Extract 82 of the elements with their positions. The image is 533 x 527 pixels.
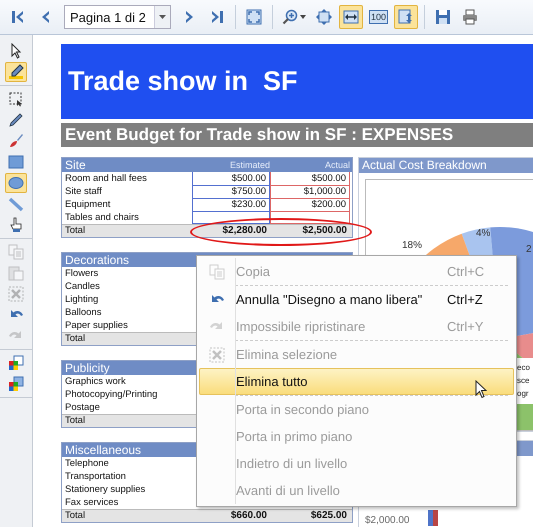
- total-cell-text: $625.00: [310, 510, 348, 522]
- section-title: Publicity: [64, 361, 110, 375]
- page-dropdown[interactable]: Pagina 1 di 2: [64, 5, 171, 29]
- fit-height-button[interactable]: [394, 5, 418, 29]
- last-icon: [209, 9, 225, 25]
- legend-label: ogr: [517, 389, 529, 398]
- fill-icon: [8, 217, 24, 233]
- front-icon: [8, 355, 24, 371]
- pan-icon: [316, 9, 332, 25]
- caret-icon: [300, 15, 306, 19]
- axis-label: $2,000.00: [365, 515, 410, 526]
- highlighter-icon: [8, 64, 24, 80]
- row-label: Lighting: [64, 293, 100, 306]
- zoom-icon: [282, 9, 298, 25]
- legend-label: sce: [517, 376, 530, 385]
- section-title: Miscellaneous: [64, 443, 142, 457]
- copy-icon: [8, 244, 24, 260]
- slice-label: 18%: [402, 240, 422, 251]
- table-cell: $500.00: [192, 172, 270, 186]
- total-cell-text: $660.00: [230, 510, 268, 522]
- fit-height-icon: [398, 9, 414, 25]
- row-label: Equipment: [64, 198, 112, 212]
- table-cell: $500.00: [270, 172, 350, 186]
- fit-width-icon: [343, 9, 359, 25]
- pencil-icon: [8, 112, 24, 128]
- row-label: Graphics work: [64, 375, 127, 388]
- row-label: Balloons: [64, 306, 102, 319]
- mouse-pointer-icon: [475, 380, 487, 399]
- bar-drawing: [428, 510, 438, 526]
- total-label: Total: [64, 510, 86, 522]
- print-icon: [462, 9, 478, 25]
- select-icon: [8, 91, 24, 107]
- row-label: Postage: [64, 401, 101, 414]
- table-cell: $1,000.00: [270, 185, 350, 199]
- brush-icon: [8, 133, 24, 149]
- save-icon: [435, 9, 452, 25]
- line-icon: [8, 196, 24, 212]
- total-label: Total: [64, 415, 86, 427]
- slice-label: 2: [526, 244, 532, 255]
- ellipse-icon: [8, 175, 24, 191]
- fit-width-button[interactable]: [339, 5, 363, 29]
- table-cell: $750.00: [192, 185, 270, 199]
- menu-item[interactable]: Annulla "Disegno a mano libera" Ctrl+Z: [199, 286, 514, 313]
- rectangle-icon: [8, 154, 24, 170]
- copy-icon: [209, 264, 225, 280]
- row-label: Stationery supplies: [64, 483, 146, 496]
- row-label: Candles: [64, 280, 101, 293]
- table-cell: $230.00: [192, 198, 270, 212]
- row-label: Flowers: [64, 267, 100, 280]
- panel-title: Actual Cost Breakdown: [359, 158, 533, 173]
- total-label: Total: [64, 225, 86, 237]
- row-label: Tables and chairs: [64, 211, 140, 224]
- column-header: Estimated: [228, 160, 271, 170]
- ellipse-tool-button[interactable]: [5, 173, 27, 193]
- row-label: Photocopying/Printing: [64, 388, 158, 401]
- document-title: Trade show in SF: [61, 44, 533, 119]
- total-label: Total: [64, 333, 86, 345]
- back-icon: [8, 376, 24, 392]
- document-subtitle: Event Budget for Trade show in SF : EXPENSES: [61, 123, 533, 147]
- section-title: Decorations: [64, 253, 130, 267]
- row-label: Fax services: [64, 496, 120, 509]
- table-cell: $200.00: [270, 198, 350, 212]
- first-icon: [10, 9, 26, 25]
- legend-label: eco: [517, 363, 530, 372]
- row-label: Paper supplies: [64, 319, 129, 332]
- section-title: Site: [64, 158, 86, 172]
- caret-icon: [159, 15, 166, 19]
- fit-page-icon: [246, 9, 262, 25]
- highlighter-tool-button[interactable]: [5, 62, 27, 82]
- row-label: Room and hall fees: [64, 172, 148, 186]
- row-label: Transportation: [64, 470, 127, 483]
- total-cell-text: $2,500.00: [302, 225, 348, 237]
- slice-label: 4%: [476, 228, 490, 239]
- menu-item[interactable]: Elimina tutto: [199, 368, 514, 395]
- delete-icon: [209, 346, 225, 362]
- row-label: Telephone: [64, 457, 110, 470]
- row-label: Site staff: [64, 185, 103, 199]
- column-header: Actual: [324, 160, 351, 170]
- delete-icon: [8, 286, 24, 302]
- total-cell-text: $2,280.00: [222, 225, 268, 237]
- paste-icon: [8, 265, 24, 281]
- actual-size-button[interactable]: 100: [366, 5, 392, 29]
